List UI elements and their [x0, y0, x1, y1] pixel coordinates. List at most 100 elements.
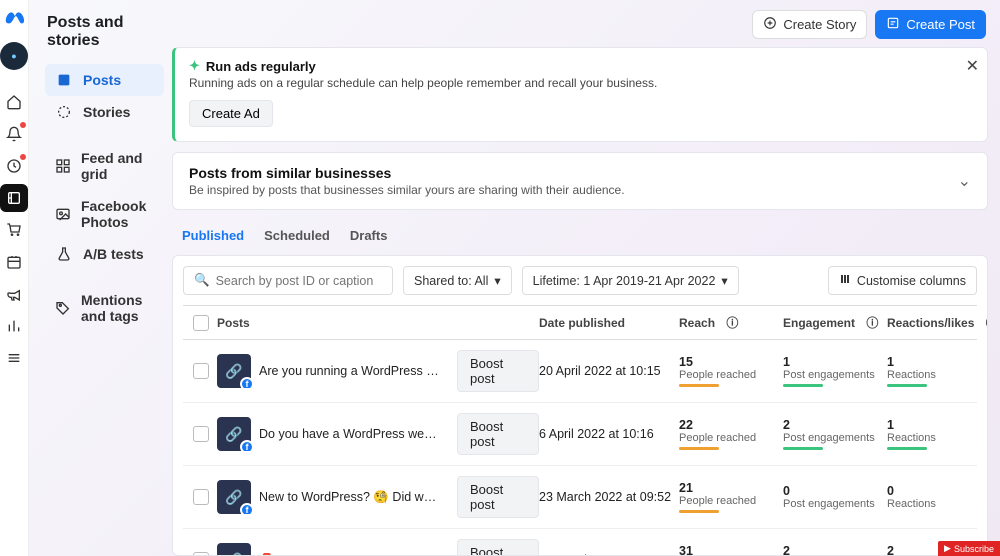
metric-label: Reactions [887, 498, 971, 510]
post-caption: New to WordPress? 🧐 Did we b… [259, 490, 439, 505]
chart-line-icon: ✦ [189, 58, 200, 74]
sidebar: Posts and stories Posts Stories Feed and… [29, 0, 172, 556]
boost-post-button[interactable]: Boost post [457, 476, 539, 518]
metric-value: 0 [783, 484, 887, 498]
table-row[interactable]: 🔗fAre you running a WordPress w…Boost po… [183, 340, 977, 403]
tab-published[interactable]: Published [182, 226, 244, 245]
post-caption: Are you running a WordPress w… [259, 364, 439, 378]
metric-reach: 15People reached [679, 355, 783, 387]
posts-rail-icon[interactable] [0, 184, 28, 212]
suggest-desc: Be inspired by posts that businesses sim… [189, 183, 625, 197]
search-field[interactable] [216, 274, 376, 288]
metric-label: Reactions [887, 369, 971, 381]
create-ad-button[interactable]: Create Ad [189, 100, 273, 127]
account-avatar[interactable]: ● [0, 42, 28, 70]
bell-icon[interactable] [0, 120, 28, 148]
posts-icon [55, 72, 73, 88]
metric-reach: 21People reached [679, 481, 783, 513]
megaphone-icon[interactable] [0, 280, 28, 308]
sidebar-item-mentions[interactable]: Mentions and tags [45, 284, 164, 332]
metric-value: 21 [679, 481, 783, 495]
sidebar-item-ab-tests[interactable]: A/B tests [45, 238, 164, 270]
date-published: 6 April 2022 at 10:16 [539, 427, 679, 441]
meta-logo-icon [3, 6, 25, 34]
subscribe-label: Subscribe [954, 544, 994, 554]
facebook-badge-icon: f [240, 503, 254, 514]
youtube-icon: ▶ [944, 543, 951, 554]
subscribe-badge[interactable]: ▶ Subscribe [938, 541, 1000, 556]
search-input[interactable]: 🔍 [183, 266, 393, 295]
tab-drafts[interactable]: Drafts [350, 226, 388, 245]
flask-icon [55, 246, 73, 262]
close-icon[interactable]: ✕ [966, 56, 979, 76]
tab-scheduled[interactable]: Scheduled [264, 226, 330, 245]
info-icon[interactable]: ⓘ [866, 314, 878, 331]
metric-label: Reactions [887, 432, 971, 444]
create-post-button[interactable]: Create Post [875, 10, 986, 39]
metric-engagement: 2Post engagements [783, 418, 887, 450]
sidebar-item-feed-grid[interactable]: Feed and grid [45, 142, 164, 190]
calendar-icon[interactable] [0, 248, 28, 276]
chevron-down-icon[interactable]: ⌄ [958, 171, 971, 191]
metric-value: 1 [887, 355, 971, 369]
tip-card: ✕ ✦ Run ads regularly Running ads on a r… [172, 47, 988, 142]
col-posts: Posts [217, 316, 457, 330]
sidebar-item-label: Facebook Photos [81, 198, 154, 230]
plus-circle-icon [763, 16, 777, 33]
metric-value: 22 [679, 418, 783, 432]
suggestions-card[interactable]: Posts from similar businesses Be inspire… [172, 152, 988, 210]
metric-value: 2 [783, 418, 887, 432]
post-thumbnail: 🔗f [217, 480, 251, 514]
metric-bar [679, 510, 719, 513]
clock-icon[interactable] [0, 152, 28, 180]
post-thumbnail: 🔗f [217, 417, 251, 451]
facebook-badge-icon: f [240, 440, 254, 451]
sidebar-item-label: Stories [83, 104, 130, 120]
photos-icon [55, 206, 71, 222]
metric-value: 0 [887, 484, 971, 498]
metric-label: Post engagements [783, 498, 887, 510]
info-icon[interactable]: ⓘ [726, 314, 738, 331]
table-row[interactable]: 🔗f🚨 IMPORTANT REMINDER 🚨 S…Boost post16 … [183, 529, 977, 556]
row-checkbox[interactable] [193, 363, 209, 379]
metric-value: 31 [679, 544, 783, 556]
home-icon[interactable] [0, 88, 28, 116]
date-range-filter[interactable]: Lifetime: 1 Apr 2019-21 Apr 2022 ▾ [522, 266, 739, 295]
main: Create Story Create Post ✕ ✦ Run ads reg… [172, 0, 1000, 556]
menu-icon[interactable] [0, 344, 28, 372]
boost-post-button[interactable]: Boost post [457, 539, 539, 556]
select-all-checkbox[interactable] [193, 315, 209, 331]
col-reactions: Reactions/likes [887, 316, 974, 330]
customise-columns-button[interactable]: Customise columns [828, 266, 977, 295]
search-icon: 🔍 [194, 273, 210, 288]
metric-reactions: 1Reactions [887, 418, 971, 450]
insights-icon[interactable] [0, 312, 28, 340]
suggest-title: Posts from similar businesses [189, 165, 625, 181]
post-caption: Do you have a WordPress websi… [259, 427, 439, 441]
shared-to-filter[interactable]: Shared to: All ▾ [403, 266, 512, 295]
metric-bar [783, 384, 823, 387]
row-checkbox[interactable] [193, 552, 209, 556]
sidebar-item-posts[interactable]: Posts [45, 64, 164, 96]
date-published: 20 April 2022 at 10:15 [539, 364, 679, 378]
post-caption: 🚨 IMPORTANT REMINDER 🚨 S… [259, 553, 439, 556]
boost-post-button[interactable]: Boost post [457, 350, 539, 392]
button-label: Create Story [783, 17, 856, 32]
table-row[interactable]: 🔗f New to WordPress? 🧐 Did we b… Boost pos… [183, 466, 977, 529]
metric-bar [887, 384, 927, 387]
create-story-button[interactable]: Create Story [752, 10, 867, 39]
sidebar-item-stories[interactable]: Stories [45, 96, 164, 128]
row-checkbox[interactable] [193, 426, 209, 442]
info-icon[interactable]: ⓘ [986, 314, 988, 331]
metric-bar [679, 384, 719, 387]
stories-icon [55, 104, 73, 120]
sidebar-item-photos[interactable]: Facebook Photos [45, 190, 164, 238]
table-row[interactable]: 🔗f Do you have a WordPress websi… Boost po… [183, 403, 977, 466]
boost-post-button[interactable]: Boost post [457, 413, 539, 455]
tabs: Published Scheduled Drafts [172, 220, 988, 255]
sidebar-item-label: A/B tests [83, 246, 144, 262]
row-checkbox[interactable] [193, 489, 209, 505]
grid-icon [55, 158, 71, 174]
metric-engagement: 0Post engagements [783, 484, 887, 510]
cart-icon[interactable] [0, 216, 28, 244]
